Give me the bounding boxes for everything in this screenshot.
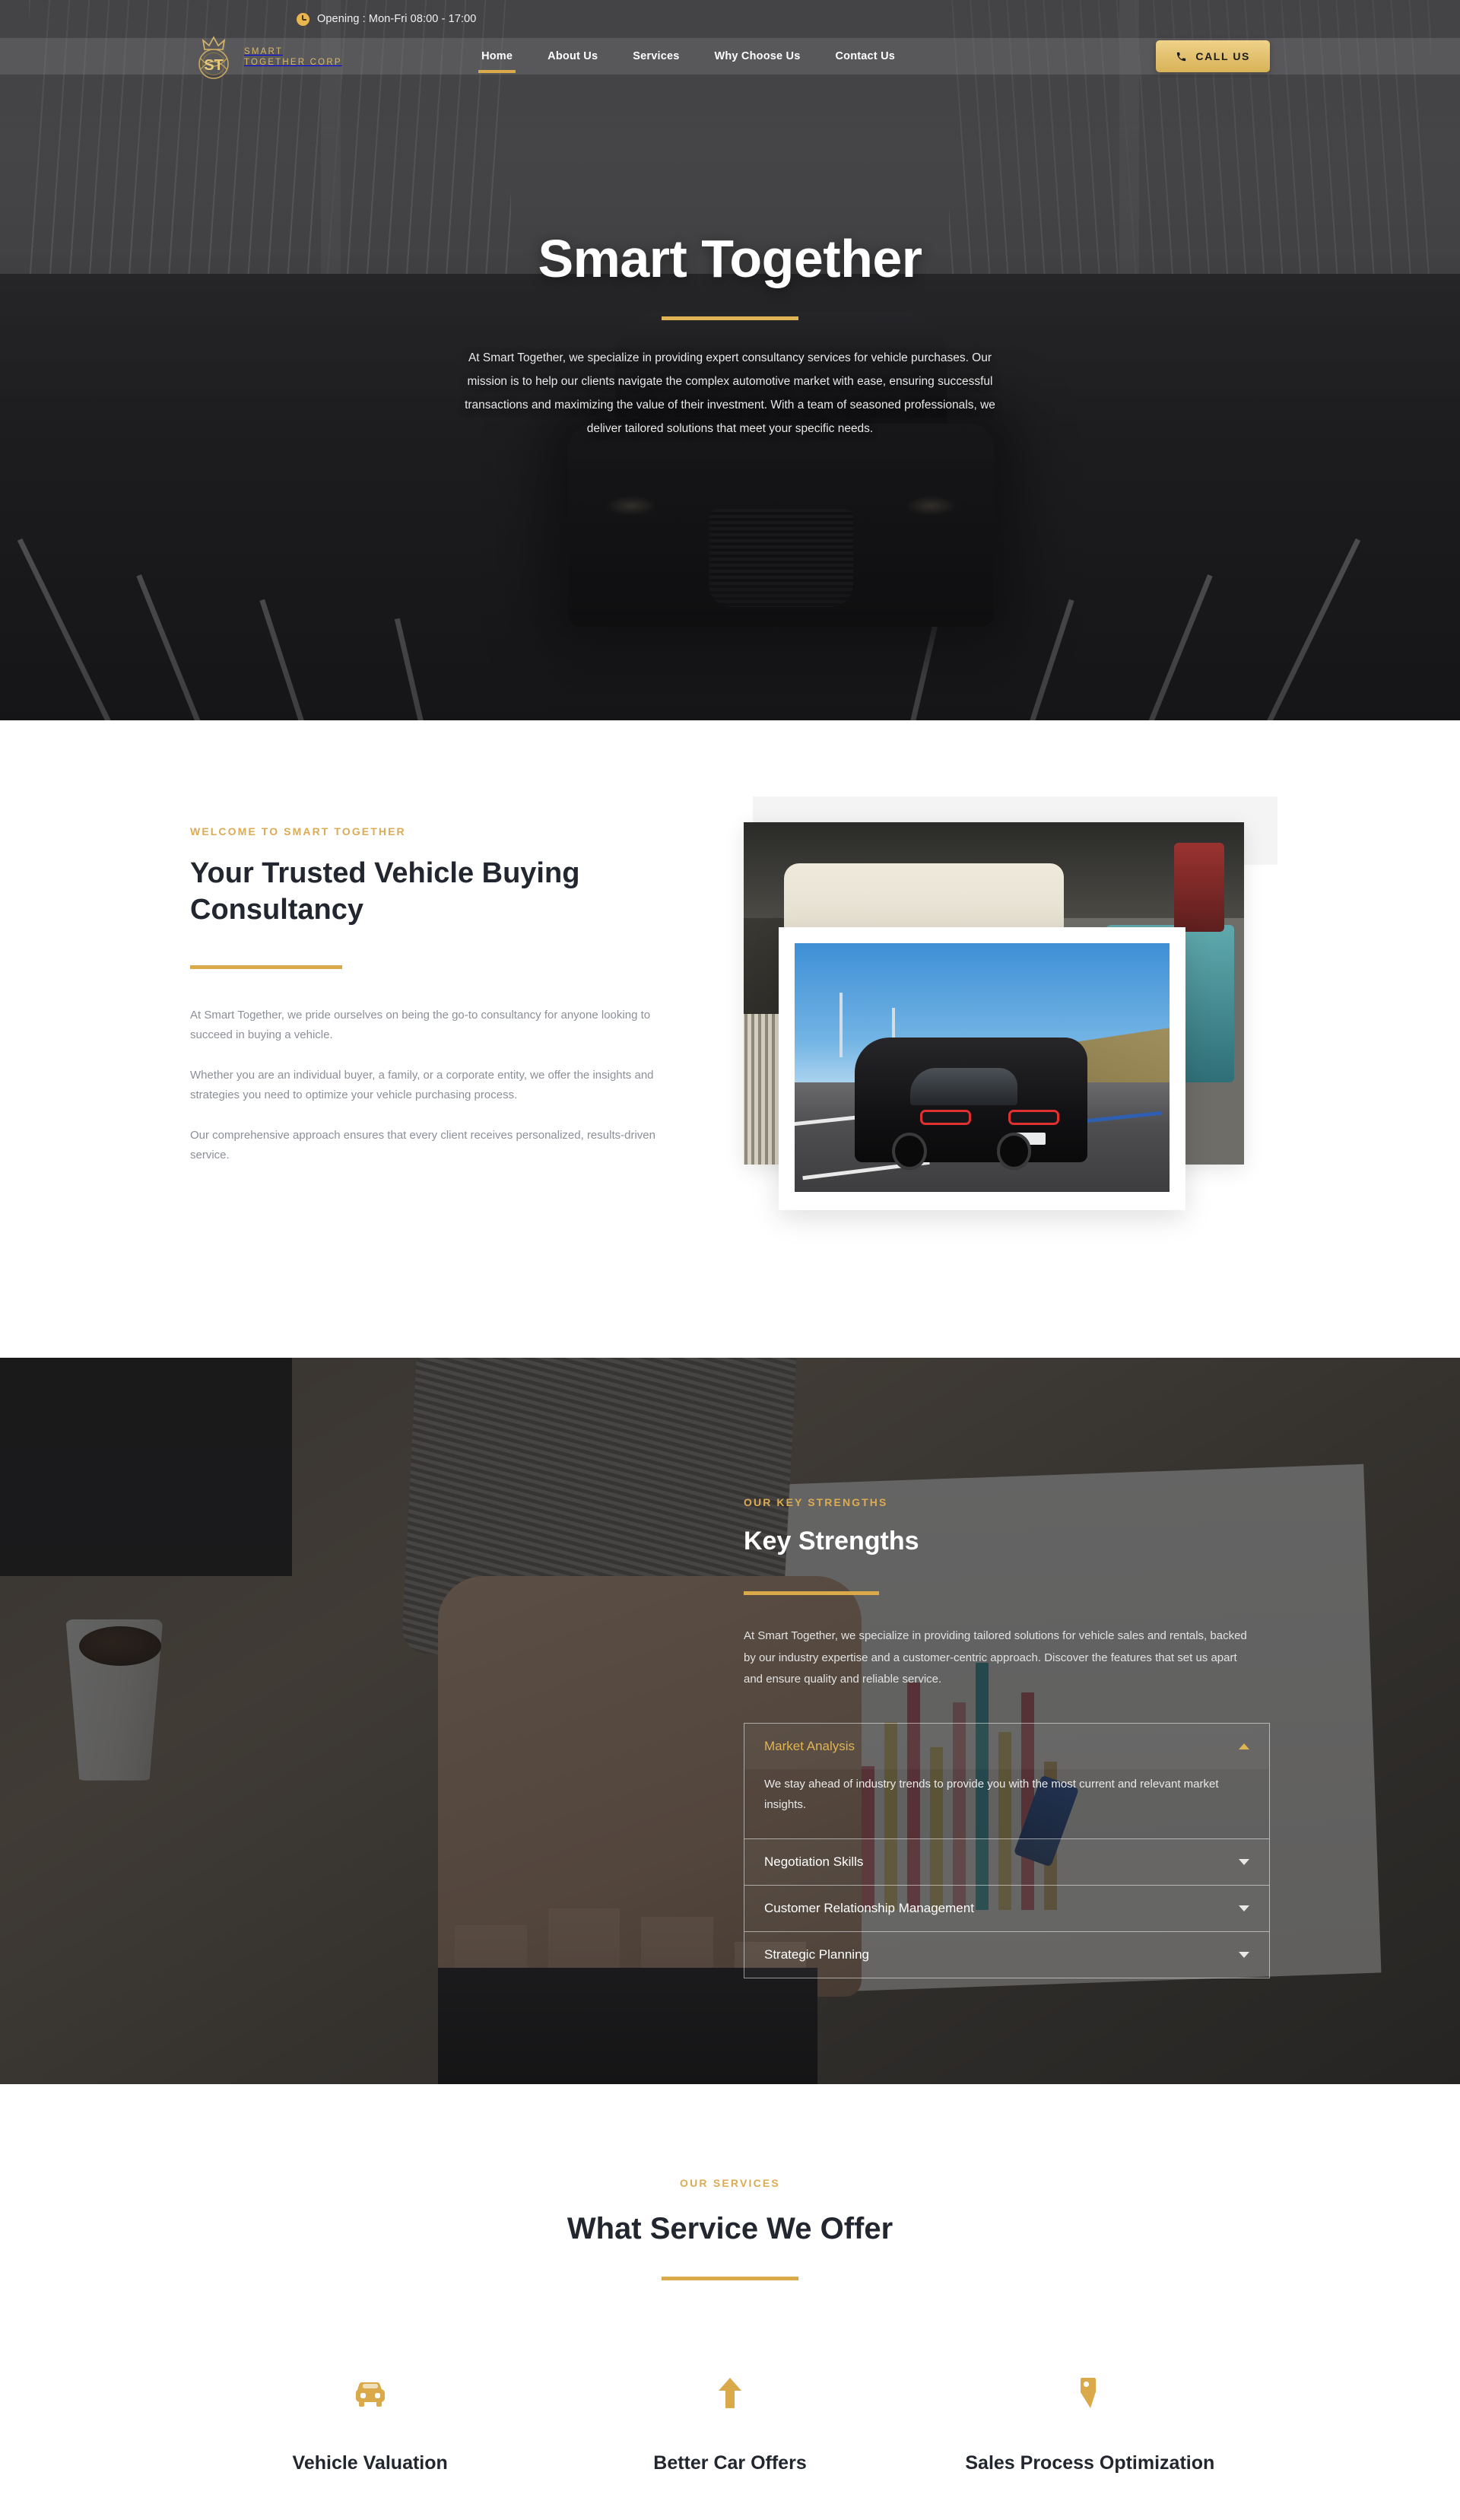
hero-title: Smart Together xyxy=(538,229,922,288)
car-icon xyxy=(221,2370,519,2416)
about-paragraph-3: Our comprehensive approach ensures that … xyxy=(190,1129,655,1162)
main-navigation-bar: ST SMART TOGETHER CORP Home About Us Ser… xyxy=(0,36,1460,79)
accordion-header-market-analysis[interactable]: Market Analysis xyxy=(744,1723,1269,1769)
hero-section: Opening : Mon-Fri 08:00 - 17:00 ST SMART… xyxy=(0,0,1460,720)
nav-item-why-choose-us[interactable]: Why Choose Us xyxy=(714,40,800,72)
about-image-group xyxy=(744,796,1278,1259)
chevron-down-icon xyxy=(1239,1952,1249,1958)
nav-links: Home About Us Services Why Choose Us Con… xyxy=(478,40,895,73)
accordion-item-strategic-planning[interactable]: Strategic Planning xyxy=(744,1932,1269,1978)
strengths-eyebrow: OUR KEY STRENGTHS xyxy=(744,1496,888,1508)
about-text-column: WELCOME TO SMART TOGETHER Your Trusted V… xyxy=(190,818,684,1186)
brand-logo-link[interactable]: ST SMART TOGETHER CORP xyxy=(190,34,342,81)
about-eyebrow: WELCOME TO SMART TOGETHER xyxy=(190,825,406,837)
accordion-header-negotiation-skills[interactable]: Negotiation Skills xyxy=(744,1839,1269,1885)
about-muscle-car-image xyxy=(779,927,1186,1210)
brand-line-1: SMART xyxy=(244,47,284,57)
arrow-up-icon xyxy=(580,2370,879,2416)
services-section: OUR SERVICES What Service We Offer Vehic… xyxy=(0,2084,1460,2520)
opening-hours-text: Opening : Mon-Fri 08:00 - 17:00 xyxy=(317,13,477,25)
strengths-heading: Key Strengths xyxy=(744,1527,919,1556)
top-info-bar: Opening : Mon-Fri 08:00 - 17:00 xyxy=(0,0,1460,38)
hero-divider xyxy=(662,316,798,320)
about-paragraph-2: Whether you are an individual buyer, a f… xyxy=(190,1068,654,1102)
service-title-better-car-offers: Better Car Offers xyxy=(653,2452,807,2474)
accordion-title-strategic-planning: Strategic Planning xyxy=(764,1947,869,1962)
services-eyebrow: OUR SERVICES xyxy=(680,2177,780,2189)
services-divider xyxy=(662,2277,798,2280)
nav-item-contact-us[interactable]: Contact Us xyxy=(835,40,895,72)
call-us-button[interactable]: CALL US xyxy=(1156,40,1270,72)
about-heading: Your Trusted Vehicle Buying Consultancy xyxy=(190,857,580,926)
service-title-sales-process-optimization: Sales Process Optimization xyxy=(965,2452,1215,2474)
accordion-title-negotiation-skills: Negotiation Skills xyxy=(764,1854,864,1869)
phone-icon xyxy=(1176,51,1187,62)
strengths-paragraph: At Smart Together, we specialize in prov… xyxy=(744,1629,1247,1686)
accordion-body-market-analysis: We stay ahead of industry trends to prov… xyxy=(764,1777,1219,1812)
services-header: OUR SERVICES What Service We Offer xyxy=(0,2177,1460,2280)
accordion-item-market-analysis[interactable]: Market Analysis We stay ahead of industr… xyxy=(744,1723,1269,1839)
chevron-up-icon xyxy=(1239,1743,1249,1749)
hero-content: Smart Together At Smart Together, we spe… xyxy=(0,0,1460,720)
accordion-item-negotiation-skills[interactable]: Negotiation Skills xyxy=(744,1839,1269,1886)
accordion-header-customer-relationship-management[interactable]: Customer Relationship Management xyxy=(744,1886,1269,1931)
accordion-item-customer-relationship-management[interactable]: Customer Relationship Management xyxy=(744,1886,1269,1932)
services-grid: Vehicle Valuation Better Car Offers Sale… xyxy=(190,2370,1270,2474)
strengths-accordion: Market Analysis We stay ahead of industr… xyxy=(744,1722,1270,1978)
service-card-better-car-offers[interactable]: Better Car Offers xyxy=(550,2370,909,2474)
strengths-divider xyxy=(744,1591,879,1595)
chevron-down-icon xyxy=(1239,1905,1249,1911)
accordion-title-customer-relationship-management: Customer Relationship Management xyxy=(764,1901,974,1915)
nav-item-home[interactable]: Home xyxy=(478,40,516,73)
about-paragraph-1: At Smart Together, we pride ourselves on… xyxy=(190,1008,651,1041)
service-title-vehicle-valuation: Vehicle Valuation xyxy=(292,2452,448,2474)
about-divider xyxy=(190,964,342,969)
accordion-header-strategic-planning[interactable]: Strategic Planning xyxy=(744,1932,1269,1978)
call-us-button-label: CALL US xyxy=(1195,50,1250,62)
brand-line-2: TOGETHER CORP xyxy=(244,58,342,67)
about-section: WELCOME TO SMART TOGETHER Your Trusted V… xyxy=(0,720,1460,1358)
service-card-vehicle-valuation[interactable]: Vehicle Valuation xyxy=(190,2370,550,2474)
price-tag-icon xyxy=(941,2370,1239,2416)
accordion-title-market-analysis: Market Analysis xyxy=(764,1738,855,1753)
chevron-down-icon xyxy=(1239,1859,1249,1865)
services-heading: What Service We Offer xyxy=(567,2212,893,2245)
crown-monogram-logo-icon: ST xyxy=(190,34,237,81)
hero-paragraph: At Smart Together, we specialize in prov… xyxy=(465,351,995,435)
clock-icon xyxy=(297,12,309,26)
key-strengths-section: OUR KEY STRENGTHS Key Strengths At Smart… xyxy=(0,1358,1460,2084)
svg-text:ST: ST xyxy=(204,57,224,74)
nav-item-about-us[interactable]: About Us xyxy=(548,40,598,72)
nav-item-services[interactable]: Services xyxy=(633,40,679,72)
brand-wordmark: SMART TOGETHER CORP xyxy=(244,47,342,68)
service-card-sales-process-optimization[interactable]: Sales Process Optimization xyxy=(910,2370,1270,2474)
